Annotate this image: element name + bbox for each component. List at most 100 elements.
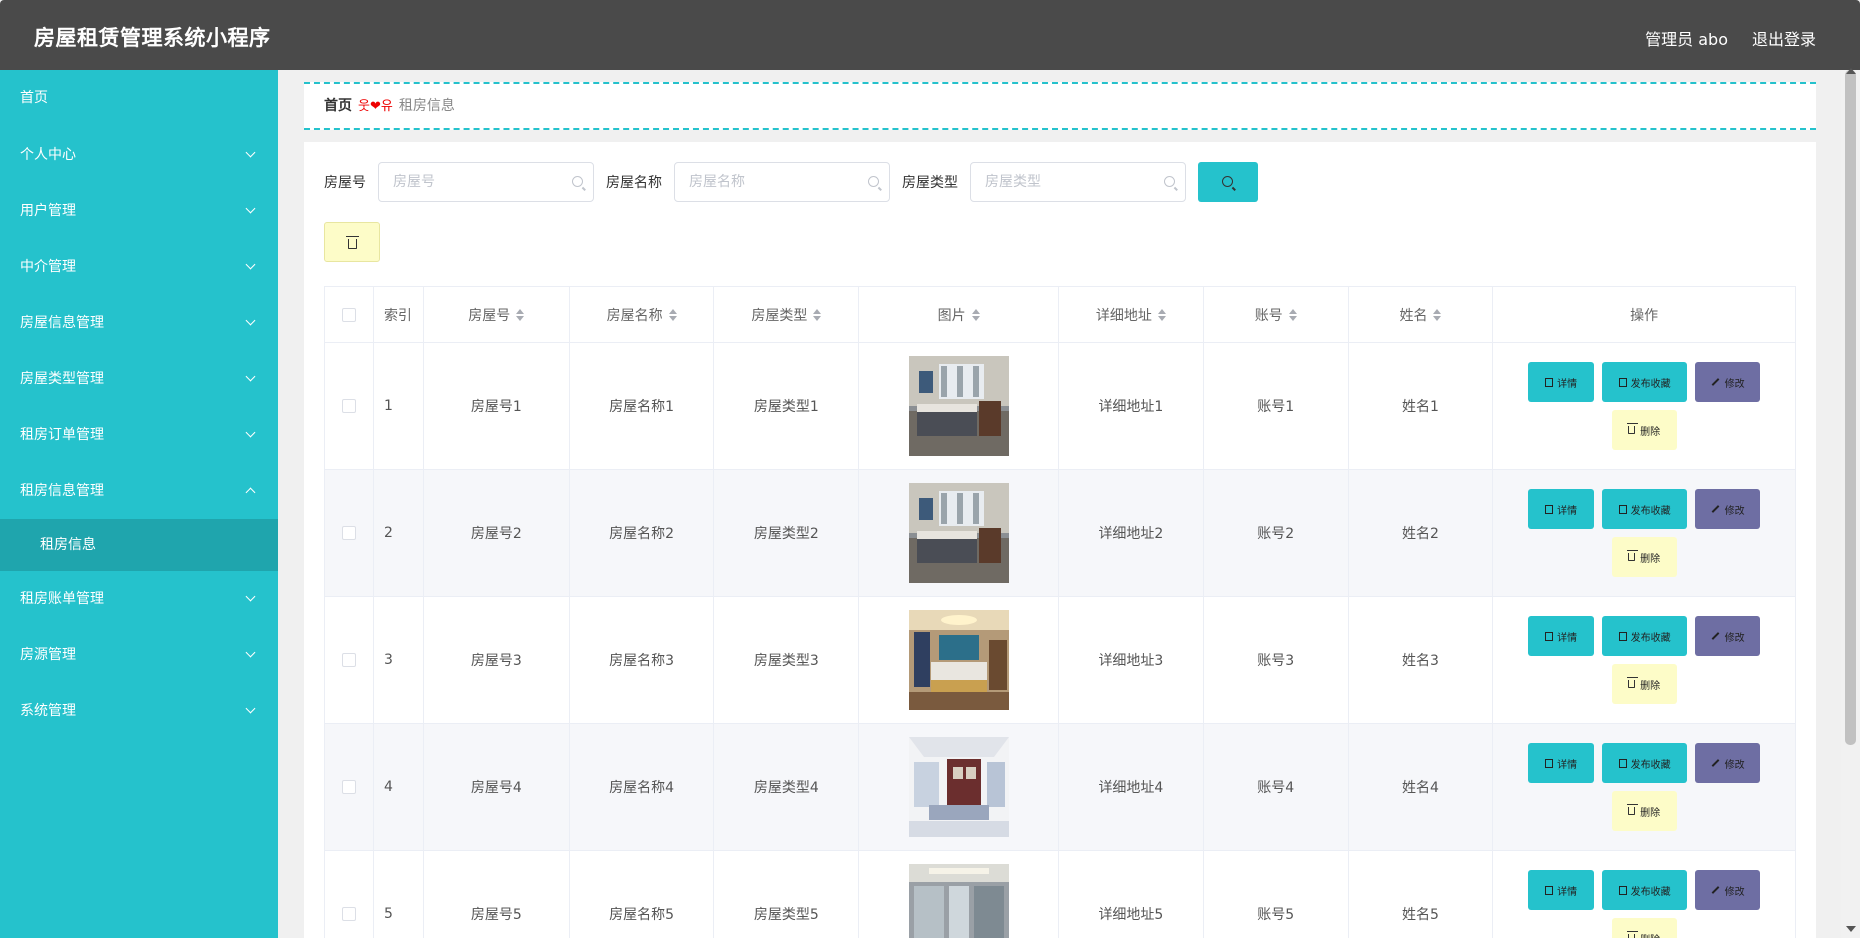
row-checkbox[interactable] (341, 780, 356, 794)
publish-favorite-button[interactable]: 发布收藏 (1602, 362, 1688, 402)
logout-link[interactable]: 退出登录 (1752, 26, 1816, 50)
button-label: 详情 (1557, 632, 1578, 644)
sidebar-item-agent-management[interactable]: 中介管理 (0, 239, 278, 295)
sidebar-item-label: 租房账单管理 (20, 591, 104, 607)
sidebar-item-rental-bill-management[interactable]: 租房账单管理 (0, 571, 278, 627)
house-name-cell: 房屋名称2 (570, 470, 715, 596)
sidebar-item-label: 租房订单管理 (20, 427, 104, 443)
edit-button[interactable]: 修改 (1695, 489, 1761, 529)
publish-favorite-button[interactable]: 发布收藏 (1602, 616, 1688, 656)
sidebar-item-house-type-management[interactable]: 房屋类型管理 (0, 351, 278, 407)
scroll-up-icon[interactable] (1846, 68, 1856, 74)
sort-icon[interactable] (1433, 308, 1442, 322)
sidebar-item-home[interactable]: 首页 (0, 70, 278, 127)
document-icon (1545, 885, 1554, 895)
house-photo[interactable] (908, 483, 1009, 583)
house-no-cell: 房屋号3 (424, 597, 570, 723)
house-photo[interactable] (908, 864, 1009, 938)
house-type-cell: 房屋类型2 (714, 470, 860, 596)
search-button[interactable] (1198, 162, 1258, 202)
sort-icon[interactable] (1288, 308, 1297, 322)
row-select-cell (325, 851, 374, 938)
publish-favorite-button[interactable]: 发布收藏 (1602, 870, 1688, 910)
publish-favorite-button[interactable]: 发布收藏 (1602, 489, 1688, 529)
select-all-checkbox[interactable] (341, 307, 356, 322)
table-header-row: 索引 房屋号 房屋名称 房屋类型 图片 详细地址 账号 姓名 操作 (325, 287, 1795, 343)
header-name[interactable]: 姓名 (1349, 287, 1494, 342)
account-cell: 账号3 (1204, 597, 1349, 723)
house-name-cell: 房屋名称4 (570, 724, 715, 850)
header-label: 姓名 (1399, 307, 1428, 324)
breadcrumb-separator: 웃❤유 (358, 99, 393, 114)
sort-icon[interactable] (971, 308, 980, 322)
house-no-cell: 房屋号5 (424, 851, 570, 938)
sidebar-subitem-rental-info[interactable]: 租房信息 (0, 519, 278, 571)
header-label: 操作 (1630, 307, 1659, 324)
row-checkbox[interactable] (341, 907, 356, 921)
detail-button[interactable]: 详情 (1528, 489, 1595, 529)
header-address[interactable]: 详细地址 (1059, 287, 1204, 342)
delete-button[interactable]: 删除 (1611, 664, 1677, 704)
house-photo[interactable] (908, 737, 1009, 837)
delete-button[interactable]: 删除 (1611, 791, 1677, 831)
house-photo[interactable] (908, 610, 1009, 710)
delete-button[interactable]: 删除 (1611, 410, 1677, 450)
house-name-input[interactable] (675, 163, 855, 201)
row-checkbox[interactable] (341, 399, 356, 413)
edit-button[interactable]: 修改 (1695, 743, 1761, 783)
search-label-house-name: 房屋名称 (606, 175, 662, 191)
row-checkbox[interactable] (341, 653, 356, 667)
batch-delete-button[interactable] (324, 222, 380, 262)
sidebar-item-house-info-management[interactable]: 房屋信息管理 (0, 295, 278, 351)
sidebar-subitem-label: 租房信息 (40, 537, 96, 553)
document-icon (1618, 758, 1627, 768)
sidebar-item-rental-info-management[interactable]: 租房信息管理 (0, 463, 278, 519)
account-cell: 账号4 (1204, 724, 1349, 850)
button-label: 发布收藏 (1630, 759, 1671, 771)
edit-button[interactable]: 修改 (1695, 616, 1761, 656)
sidebar-item-personal-center[interactable]: 个人中心 (0, 127, 278, 183)
document-icon (1545, 758, 1554, 768)
header-house-name[interactable]: 房屋名称 (570, 287, 715, 342)
house-type-input[interactable] (971, 163, 1151, 201)
vertical-scrollbar[interactable] (1841, 68, 1860, 938)
sort-icon[interactable] (1157, 308, 1166, 322)
header-house-type[interactable]: 房屋类型 (714, 287, 860, 342)
edit-button[interactable]: 修改 (1695, 870, 1761, 910)
detail-button[interactable]: 详情 (1528, 616, 1595, 656)
sidebar-item-rental-order-management[interactable]: 租房订单管理 (0, 407, 278, 463)
sidebar-item-user-management[interactable]: 用户管理 (0, 183, 278, 239)
search-icon (868, 176, 879, 187)
button-label: 删除 (1640, 807, 1661, 819)
detail-button[interactable]: 详情 (1528, 870, 1595, 910)
breadcrumb-home[interactable]: 首页 (324, 98, 352, 114)
detail-button[interactable]: 详情 (1528, 743, 1595, 783)
edit-button[interactable]: 修改 (1695, 362, 1761, 402)
row-checkbox[interactable] (341, 526, 356, 540)
publish-favorite-button[interactable]: 发布收藏 (1602, 743, 1688, 783)
chevron-down-icon (245, 427, 256, 438)
sidebar-item-listing-management[interactable]: 房源管理 (0, 627, 278, 683)
sort-icon[interactable] (813, 308, 822, 322)
scrollbar-thumb[interactable] (1845, 70, 1856, 745)
header-account[interactable]: 账号 (1204, 287, 1349, 342)
table-row: 2 房屋号2 房屋名称2 房屋类型2 详细地址2 账号2 姓名2 详情 发布收藏… (325, 470, 1795, 597)
house-type-cell: 房屋类型1 (714, 343, 860, 469)
scroll-down-icon[interactable] (1846, 926, 1856, 932)
detail-button[interactable]: 详情 (1528, 362, 1595, 402)
header-image[interactable]: 图片 (859, 287, 1059, 342)
index-cell: 1 (374, 343, 424, 469)
row-select-cell (325, 470, 374, 596)
search-field-house-type (970, 162, 1186, 202)
delete-button[interactable]: 删除 (1611, 537, 1677, 577)
name-cell: 姓名5 (1349, 851, 1494, 938)
delete-button[interactable]: 删除 (1611, 918, 1677, 938)
button-label: 详情 (1557, 378, 1578, 390)
sort-icon[interactable] (668, 308, 677, 322)
trash-icon (1627, 677, 1639, 688)
sort-icon[interactable] (516, 308, 525, 322)
house-photo[interactable] (908, 356, 1009, 456)
sidebar-item-system-management[interactable]: 系统管理 (0, 683, 278, 739)
header-house-no[interactable]: 房屋号 (424, 287, 570, 342)
house-no-input[interactable] (379, 163, 559, 201)
